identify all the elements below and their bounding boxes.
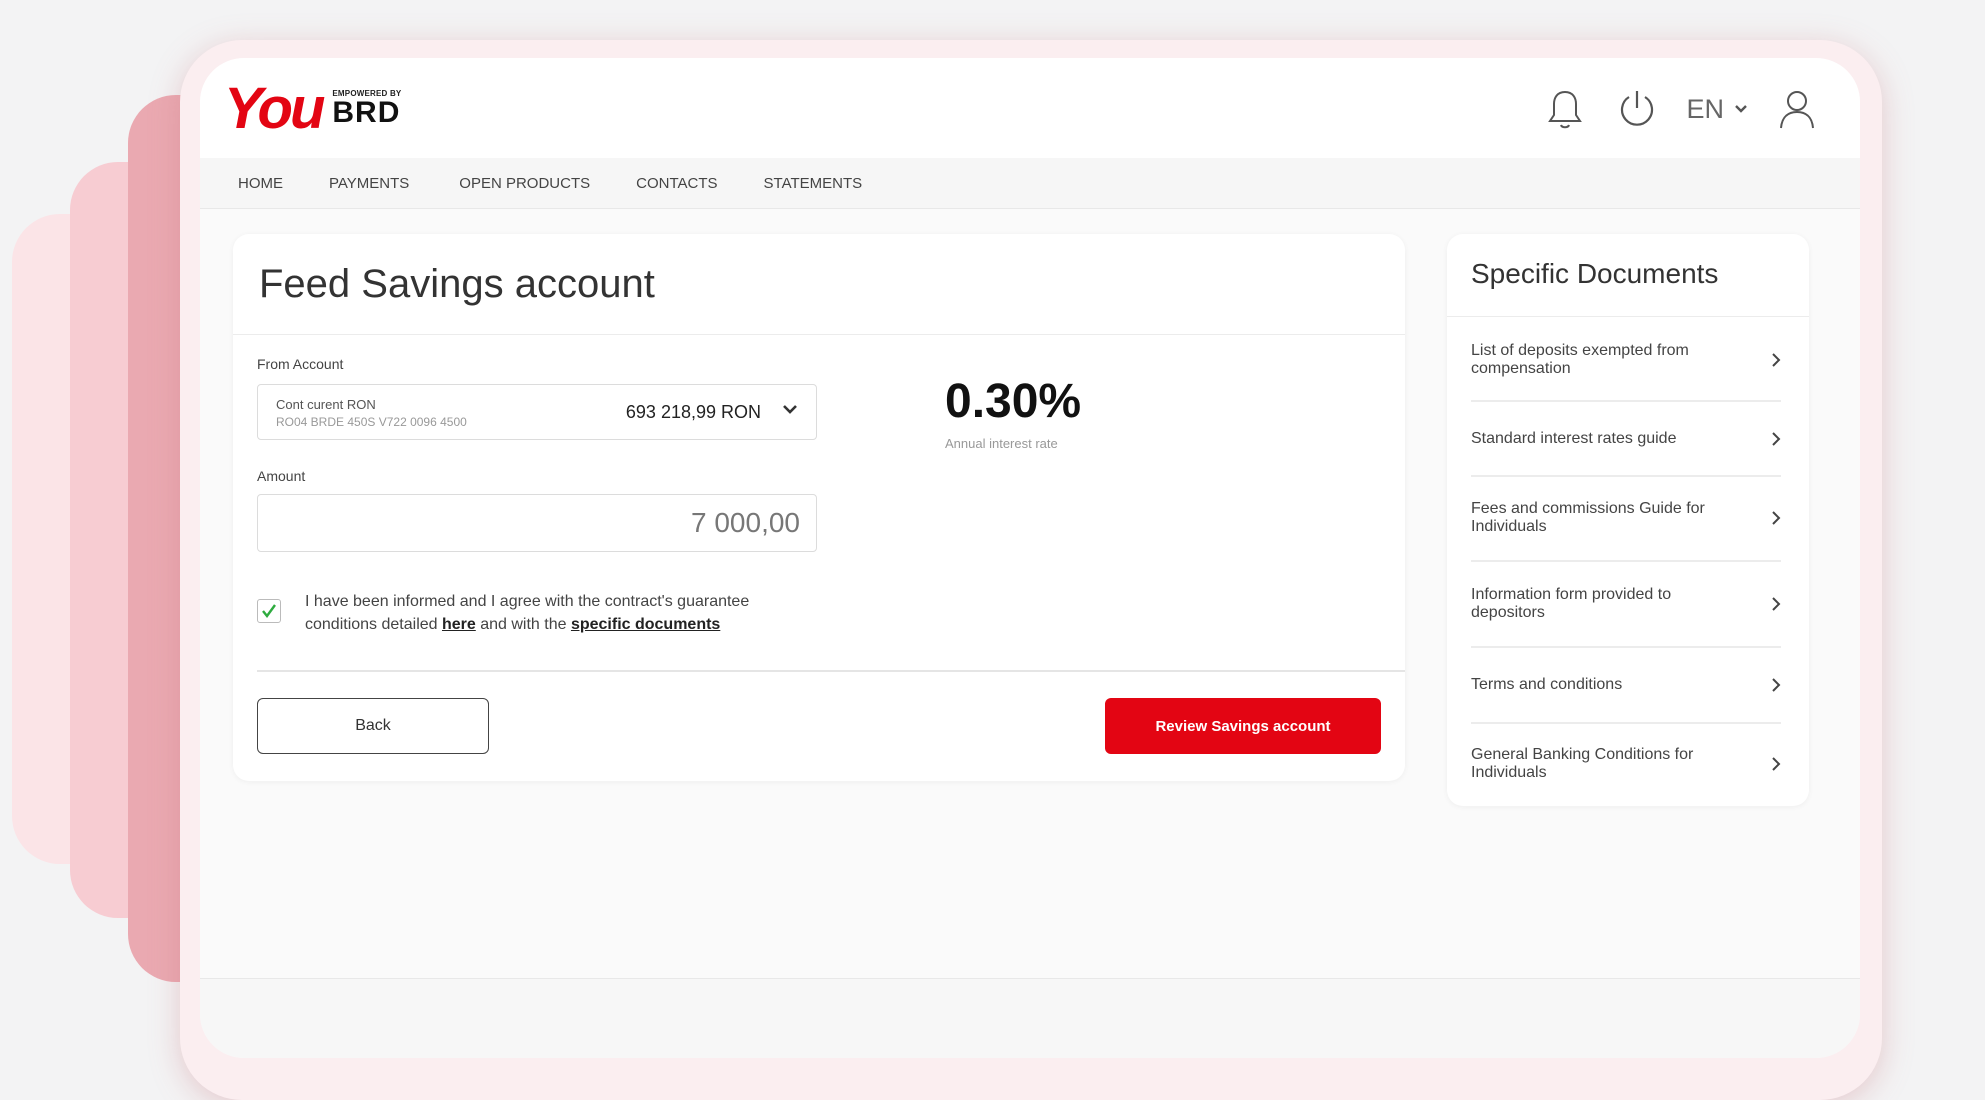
bottom-bar <box>200 978 1860 1058</box>
document-label: Fees and commissions Guide for Individua… <box>1471 500 1705 535</box>
consent-here-link[interactable]: here <box>442 616 476 633</box>
logo-brd-block: EMPOWERED BY BRD <box>332 90 401 128</box>
documents-title: Specific Documents <box>1471 258 1719 289</box>
consent-checkbox[interactable] <box>257 599 281 623</box>
document-separator <box>1471 722 1781 724</box>
document-label: Information form provided to depositors <box>1471 586 1672 621</box>
actions-divider <box>257 670 1405 672</box>
document-separator <box>1471 560 1781 562</box>
chevron-right-icon <box>1772 597 1781 611</box>
back-button[interactable]: Back <box>257 698 489 754</box>
nav-payments[interactable]: PAYMENTS <box>329 175 409 192</box>
logo-you-text: You <box>224 76 325 141</box>
document-label: Terms and conditions <box>1471 676 1623 693</box>
consent-text: I have been informed and I agree with th… <box>305 590 825 636</box>
document-separator <box>1471 475 1781 477</box>
logo-brd-text: BRD <box>332 96 401 129</box>
user-icon[interactable] <box>1774 86 1820 132</box>
document-separator <box>1471 646 1781 648</box>
amount-label: Amount <box>257 468 306 484</box>
from-account-select[interactable]: Cont curent RON RO04 BRDE 450S V722 0096… <box>257 384 817 440</box>
bell-icon[interactable] <box>1542 86 1588 132</box>
interest-rate-label: Annual interest rate <box>945 436 1058 451</box>
document-label: General Banking Conditions for Individua… <box>1471 746 1694 781</box>
interest-rate-value: 0.30% <box>945 375 1082 428</box>
chevron-right-icon <box>1772 511 1781 525</box>
review-savings-button[interactable]: Review Savings account <box>1105 698 1381 754</box>
from-account-label: From Account <box>257 356 344 372</box>
amount-field[interactable]: 7 000,00 <box>257 494 817 552</box>
title-divider <box>233 334 1405 335</box>
chevron-right-icon <box>1772 353 1781 367</box>
specific-documents-panel: Specific Documents List of deposits exem… <box>1447 234 1809 806</box>
document-separator <box>1471 400 1781 402</box>
documents-title-divider <box>1447 316 1809 317</box>
account-iban: RO04 BRDE 450S V722 0096 4500 <box>276 415 467 429</box>
chevron-down-icon <box>1735 105 1747 113</box>
document-item-information-form[interactable]: Information form provided to depositors <box>1471 586 1781 622</box>
document-item-interest-rates[interactable]: Standard interest rates guide <box>1471 430 1781 448</box>
brand-logo[interactable]: You EMPOWERED BY BRD <box>224 80 401 138</box>
document-item-deposits-exempted[interactable]: List of deposits exempted from compensat… <box>1471 342 1781 378</box>
specific-documents-link[interactable]: specific documents <box>571 616 720 633</box>
document-item-banking-conditions[interactable]: General Banking Conditions for Individua… <box>1471 746 1781 782</box>
app-screen: You EMPOWERED BY BRD EN HOME PAYMENTS OP… <box>200 58 1860 1058</box>
header-actions: EN <box>1516 86 1820 132</box>
nav-open-products[interactable]: OPEN PRODUCTS <box>459 175 590 192</box>
document-item-fees-commissions[interactable]: Fees and commissions Guide for Individua… <box>1471 500 1781 536</box>
power-icon[interactable] <box>1614 86 1660 132</box>
document-item-terms-conditions[interactable]: Terms and conditions <box>1471 676 1781 694</box>
app-header: You EMPOWERED BY BRD EN <box>200 58 1860 158</box>
chevron-right-icon <box>1772 432 1781 446</box>
consent-text-part-2: and with the <box>475 616 571 633</box>
document-label: Standard interest rates guide <box>1471 430 1677 447</box>
chevron-right-icon <box>1772 678 1781 692</box>
chevron-down-icon <box>783 405 797 414</box>
nav-statements[interactable]: STATEMENTS <box>764 175 863 192</box>
feed-savings-card: Feed Savings account From Account Cont c… <box>233 234 1405 781</box>
account-balance: 693 218,99 RON <box>625 402 761 422</box>
language-label: EN <box>1686 93 1724 124</box>
nav-home[interactable]: HOME <box>238 175 283 192</box>
account-name: Cont curent RON <box>276 397 376 412</box>
chevron-right-icon <box>1772 757 1781 771</box>
main-nav: HOME PAYMENTS OPEN PRODUCTS CONTACTS STA… <box>200 158 1860 209</box>
nav-contacts[interactable]: CONTACTS <box>636 175 717 192</box>
document-label: List of deposits exempted from compensat… <box>1471 342 1689 377</box>
check-icon <box>262 604 276 618</box>
language-selector[interactable]: EN <box>1686 94 1748 125</box>
page-title: Feed Savings account <box>259 262 655 306</box>
